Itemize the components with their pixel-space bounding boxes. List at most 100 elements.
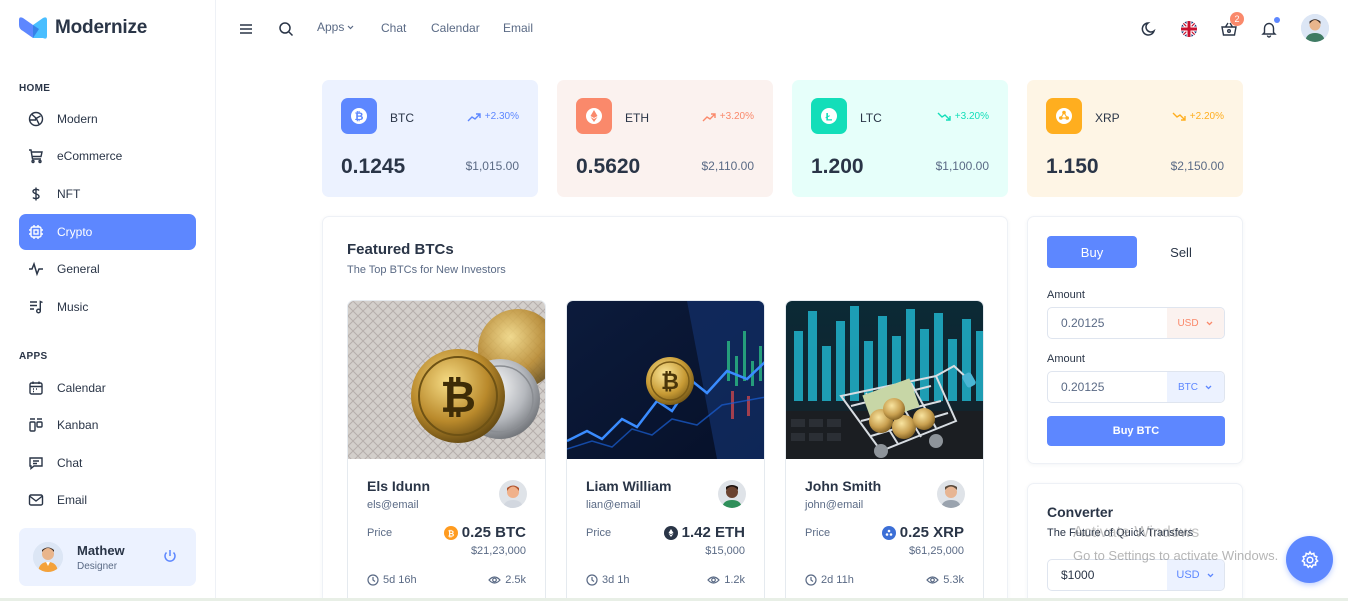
svg-text:₿: ₿: [661, 369, 679, 394]
avatar[interactable]: [718, 480, 746, 508]
price-amount: 0.25 XRP: [899, 524, 964, 541]
price-usd: $15,000: [705, 545, 745, 557]
btc-card[interactable]: John Smith john@email Price 0.25 XRP $61…: [785, 300, 984, 601]
panel-title: Converter: [1047, 504, 1114, 520]
nav-apps-dropdown[interactable]: Apps: [317, 20, 355, 34]
sidebar-item-nft[interactable]: NFT: [19, 176, 196, 212]
sidebar-item-music[interactable]: Music: [19, 289, 196, 325]
buy-btc-button[interactable]: Buy BTC: [1047, 416, 1225, 446]
logo-mark-icon: [19, 16, 47, 40]
eye-icon: [926, 576, 940, 584]
clock-icon: [586, 574, 598, 586]
brand-logo[interactable]: Modernize: [19, 16, 147, 40]
sidebar-item-label: Email: [57, 493, 88, 507]
amount-input[interactable]: [1048, 308, 1168, 338]
price-value: 0.25 XRP: [881, 524, 964, 541]
converter-field: USD: [1047, 559, 1225, 591]
sidebar-item-calendar[interactable]: Calendar: [19, 370, 196, 406]
user-avatar[interactable]: [1301, 14, 1329, 42]
nav-email-link[interactable]: Email: [503, 21, 533, 35]
trade-panel: Buy Sell Amount USD Amount BTC Buy BTC: [1027, 216, 1243, 464]
nav-chat-link[interactable]: Chat: [381, 21, 406, 35]
panel-subtitle: The Top BTCs for New Investors: [347, 264, 506, 276]
coin-photo: ₿: [567, 301, 764, 459]
clock-icon: [367, 574, 379, 586]
views-value: 2.5k: [505, 574, 526, 586]
avatar[interactable]: [499, 480, 527, 508]
coin-card-xrp[interactable]: XRP +2.20% 1.150 $2,150.00: [1027, 80, 1243, 197]
playlist-icon: [30, 300, 43, 314]
currency-value: USD: [1177, 317, 1199, 329]
views-value: 5.3k: [943, 574, 964, 586]
coin-amount: 1.150: [1046, 155, 1099, 178]
svg-text:₿: ₿: [448, 529, 455, 538]
price-value: 1.42 ETH: [663, 524, 745, 541]
coin-change: +2.30%: [467, 111, 519, 122]
owner-name: Els Idunn: [367, 478, 430, 494]
sidebar-item-email[interactable]: Email: [19, 482, 196, 518]
sidebar-item-general[interactable]: General: [19, 251, 196, 287]
sidebar-item-label: eCommerce: [57, 149, 123, 163]
kanban-icon: [29, 418, 43, 432]
sidebar-item-ecommerce[interactable]: eCommerce: [19, 138, 196, 174]
coin-amount: 0.1245: [341, 155, 406, 178]
owner-email: lian@email: [586, 499, 641, 511]
notification-dot: [1274, 17, 1280, 23]
trending-down-icon: [1172, 112, 1186, 121]
trending-up-icon: [467, 112, 481, 121]
settings-button[interactable]: [1286, 536, 1333, 583]
time-left: 3d 1h: [586, 574, 630, 586]
converter-input[interactable]: [1048, 560, 1168, 590]
featured-btcs-panel: Featured BTCs The Top BTCs for New Inves…: [322, 216, 1008, 601]
profile-name: Mathew: [77, 542, 125, 558]
coin-value: $2,110.00: [701, 159, 755, 173]
amount-input[interactable]: [1048, 372, 1168, 402]
btc-card[interactable]: ₿ Liam William lian@email Price 1.42 ETH…: [566, 300, 765, 601]
sidebar-item-crypto[interactable]: Crypto: [19, 214, 196, 250]
profile-role: Designer: [77, 560, 118, 572]
avatar[interactable]: [33, 542, 63, 572]
btc-icon: ₿: [341, 98, 377, 134]
price-value: ₿ 0.25 BTC: [443, 524, 526, 541]
buy-tab[interactable]: Buy: [1047, 236, 1137, 268]
time-value: 2d 11h: [821, 574, 854, 586]
avatar[interactable]: [937, 480, 965, 508]
nav-section-apps: APPS: [19, 351, 48, 362]
coin-card-ltc[interactable]: Ł LTC +3.20% 1.200 $1,100.00: [792, 80, 1008, 197]
sidebar-item-modern[interactable]: Modern: [19, 101, 196, 137]
time-left: 2d 11h: [805, 574, 854, 586]
currency-select[interactable]: USD: [1167, 560, 1224, 590]
power-icon[interactable]: [162, 548, 178, 564]
chevron-down-icon: [347, 25, 354, 29]
view-count: 2.5k: [488, 574, 526, 586]
btc-card[interactable]: ₿ Els Idunn els@email Price ₿ 0.25 BTC $…: [347, 300, 546, 601]
price-label: Price: [586, 527, 612, 539]
price-amount: 0.25 BTC: [461, 524, 526, 541]
moon-icon[interactable]: [1140, 20, 1158, 38]
svg-text:Ł: Ł: [826, 112, 833, 124]
currency-select[interactable]: USD: [1167, 308, 1224, 338]
panel-title: Featured BTCs: [347, 241, 454, 258]
search-icon[interactable]: [277, 20, 295, 38]
menu-icon[interactable]: [237, 20, 255, 38]
uk-flag-icon[interactable]: [1180, 20, 1198, 38]
brand-name: Modernize: [55, 17, 148, 38]
mail-icon: [28, 494, 44, 506]
price-usd: $21,23,000: [470, 545, 526, 557]
sidebar-item-kanban[interactable]: Kanban: [19, 407, 196, 443]
sidebar-item-chat[interactable]: Chat: [19, 445, 196, 481]
coin-card-eth[interactable]: ETH +3.20% 0.5620 $2,110.00: [557, 80, 773, 197]
currency-value: USD: [1176, 569, 1200, 581]
price-label: Price: [805, 527, 831, 539]
sell-tab[interactable]: Sell: [1146, 236, 1216, 268]
sidebar: Modernize HOME Modern eCommerce NFT Cryp…: [0, 0, 216, 601]
sidebar-item-label: Chat: [57, 456, 83, 470]
currency-select[interactable]: BTC: [1167, 372, 1224, 402]
coin-change-value: +2.30%: [484, 111, 519, 122]
cart-count-badge: 2: [1230, 12, 1244, 26]
coin-name: LTC: [860, 111, 882, 125]
coin-card-btc[interactable]: ₿ BTC +2.30% 0.1245 $1,015.00: [322, 80, 538, 197]
nav-calendar-link[interactable]: Calendar: [431, 21, 480, 35]
activity-icon: [29, 261, 43, 277]
time-value: 3d 1h: [602, 574, 630, 586]
